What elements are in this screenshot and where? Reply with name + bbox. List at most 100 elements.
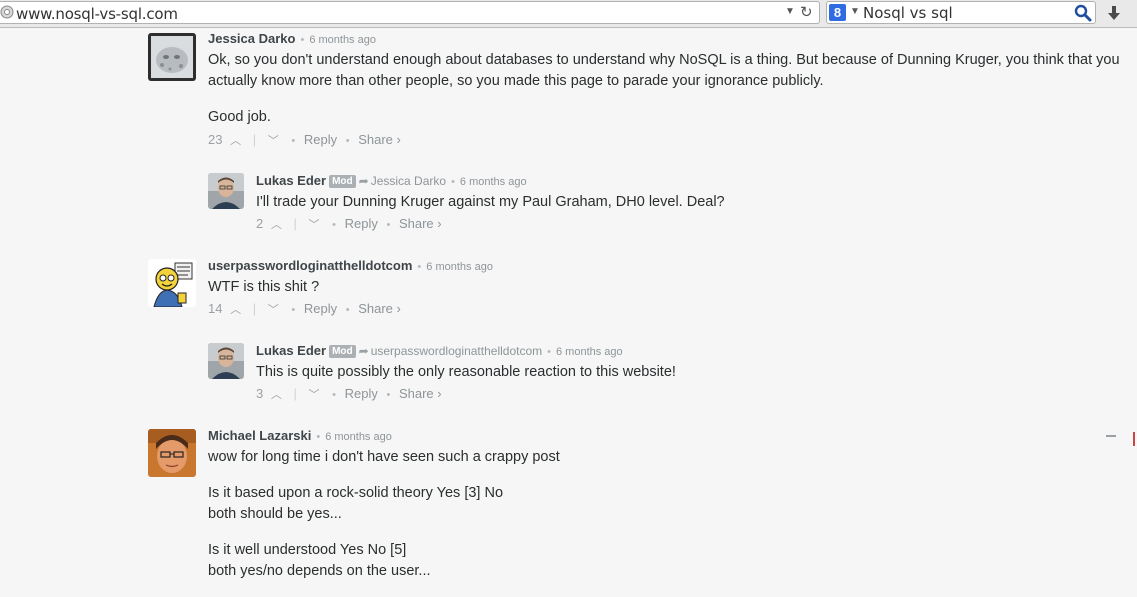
snow-leopard-avatar-image bbox=[148, 33, 196, 81]
vote-count: 3 bbox=[256, 386, 264, 401]
reply-link[interactable]: Reply bbox=[345, 216, 378, 231]
chevron-down-icon[interactable]: ﹀ bbox=[309, 386, 320, 402]
search-input[interactable]: Nosql vs sql bbox=[863, 4, 953, 22]
comment-paragraph: Is it based upon a rock-solid theory Yes… bbox=[208, 485, 504, 501]
comment-footer: 23 ︿ | ﹀ • Reply • Share › bbox=[208, 132, 401, 148]
lukas-avatar-image bbox=[208, 343, 244, 379]
avatar[interactable] bbox=[208, 173, 244, 209]
chevron-up-icon[interactable]: ︿ bbox=[271, 386, 282, 402]
michael-avatar-image bbox=[148, 429, 196, 477]
reply-arrow-icon: ➦ bbox=[358, 174, 369, 188]
chevron-down-icon[interactable]: ﹀ bbox=[268, 132, 279, 148]
reply-link[interactable]: Reply bbox=[304, 301, 337, 316]
address-bar[interactable]: www.nosql-vs-sql.com ▼ ↻ bbox=[0, 1, 820, 24]
lukas-avatar-image bbox=[208, 173, 244, 209]
comment-body: This is quite possibly the only reasonab… bbox=[256, 362, 1116, 383]
comment-paragraph: both yes/no depends on the user... bbox=[208, 563, 431, 579]
divider: | bbox=[252, 301, 257, 316]
comment-footer: 14 ︿ | ﹀ • Reply • Share › bbox=[208, 301, 401, 317]
meta-separator: • bbox=[386, 389, 391, 401]
author-name[interactable]: Lukas Eder bbox=[256, 173, 326, 188]
timestamp-link[interactable]: 6 months ago bbox=[556, 346, 623, 358]
meta-separator: • bbox=[345, 135, 350, 147]
comment-meta: Lukas Eder Mod ➦ userpasswordloginatthelldo… bbox=[256, 343, 623, 358]
meta-separator: • bbox=[291, 304, 296, 316]
comment-paragraph: This is quite possibly the only reasonab… bbox=[256, 364, 676, 380]
reload-icon[interactable]: ↻ bbox=[800, 3, 813, 21]
meta-separator: • bbox=[386, 219, 391, 231]
comment-paragraph: Good job. bbox=[208, 109, 271, 125]
author-name[interactable]: userpasswordloginatthelldotcom bbox=[208, 258, 412, 273]
cartoon-avatar-image bbox=[148, 259, 196, 307]
author-name[interactable]: Lukas Eder bbox=[256, 343, 326, 358]
meta-separator: • bbox=[417, 261, 422, 273]
comment-body: WTF is this shit ? bbox=[208, 277, 1108, 298]
mod-badge: Mod bbox=[329, 175, 356, 188]
meta-separator: • bbox=[316, 431, 321, 443]
meta-separator: • bbox=[451, 176, 455, 188]
meta-separator: • bbox=[291, 135, 296, 147]
chevron-up-icon[interactable]: ︿ bbox=[271, 216, 282, 232]
avatar[interactable] bbox=[148, 33, 196, 81]
comment-footer: 2 ︿ | ﹀ • Reply • Share › bbox=[256, 216, 442, 232]
share-link[interactable]: Share › bbox=[399, 386, 442, 401]
author-name[interactable]: Michael Lazarski bbox=[208, 428, 311, 443]
meta-separator: • bbox=[300, 34, 305, 46]
share-link[interactable]: Share › bbox=[399, 216, 442, 231]
search-engine-icon[interactable]: 8 bbox=[829, 4, 846, 21]
comment-body: Ok, so you don't understand enough about… bbox=[208, 50, 1133, 128]
comment-meta: Michael Lazarski • 6 months ago bbox=[208, 428, 392, 443]
meta-separator: • bbox=[332, 389, 336, 401]
comment-paragraph: Ok, so you don't understand enough about… bbox=[208, 52, 1120, 89]
scroll-edge-marker bbox=[1133, 432, 1135, 446]
comment-body: wow for long time i don't have seen such… bbox=[208, 447, 1088, 582]
reply-link[interactable]: Reply bbox=[345, 386, 378, 401]
comment-body: I'll trade your Dunning Kruger against m… bbox=[256, 192, 1116, 213]
timestamp-link[interactable]: 6 months ago bbox=[325, 431, 392, 443]
comment-meta: Jessica Darko • 6 months ago bbox=[208, 31, 376, 46]
engine-dropdown-icon[interactable]: ▼ bbox=[850, 6, 860, 17]
chevron-up-icon[interactable]: ︿ bbox=[230, 301, 241, 317]
browser-toolbar: www.nosql-vs-sql.com ▼ ↻ 8 ▼ Nosql vs sq… bbox=[0, 0, 1137, 28]
divider: | bbox=[252, 132, 257, 147]
comment-paragraph: WTF is this shit ? bbox=[208, 279, 320, 295]
meta-separator: • bbox=[332, 219, 336, 231]
comment-meta: userpasswordloginatthelldotcom • 6 months … bbox=[208, 258, 493, 273]
comment-paragraph: Is it well understood Yes No [5] bbox=[208, 542, 407, 558]
comment-footer: 3 ︿ | ﹀ • Reply • Share › bbox=[256, 386, 442, 402]
avatar[interactable] bbox=[208, 343, 244, 379]
history-dropdown-icon[interactable]: ▼ bbox=[785, 6, 795, 17]
avatar[interactable] bbox=[148, 259, 196, 307]
reply-arrow-icon: ➦ bbox=[358, 344, 369, 358]
comment-paragraph: wow for long time i don't have seen such… bbox=[208, 449, 560, 465]
chevron-down-icon[interactable]: ﹀ bbox=[309, 216, 320, 232]
share-link[interactable]: Share › bbox=[358, 301, 401, 316]
author-name[interactable]: Jessica Darko bbox=[208, 31, 295, 46]
globe-icon bbox=[0, 5, 14, 19]
vote-count: 23 bbox=[208, 132, 223, 147]
timestamp-link[interactable]: 6 months ago bbox=[309, 34, 376, 46]
collapse-icon[interactable] bbox=[1106, 435, 1116, 437]
vote-count: 14 bbox=[208, 301, 223, 316]
chevron-down-icon[interactable]: ﹀ bbox=[268, 301, 279, 317]
search-bar[interactable]: 8 ▼ Nosql vs sql bbox=[826, 1, 1096, 24]
comment-meta: Lukas Eder Mod ➦ Jessica Darko • 6 months ago bbox=[256, 173, 527, 188]
magnifier-icon[interactable] bbox=[1074, 4, 1092, 22]
avatar[interactable] bbox=[148, 429, 196, 477]
vote-count: 2 bbox=[256, 216, 264, 231]
divider: | bbox=[293, 386, 297, 401]
meta-separator: • bbox=[345, 304, 350, 316]
timestamp-link[interactable]: 6 months ago bbox=[426, 261, 493, 273]
comment-paragraph: I'll trade your Dunning Kruger against m… bbox=[256, 194, 725, 210]
share-link[interactable]: Share › bbox=[358, 132, 401, 147]
url-text[interactable]: www.nosql-vs-sql.com bbox=[16, 5, 178, 23]
timestamp-link[interactable]: 6 months ago bbox=[460, 176, 527, 188]
comment-paragraph: both should be yes... bbox=[208, 506, 342, 522]
mod-badge: Mod bbox=[329, 345, 356, 358]
reply-link[interactable]: Reply bbox=[304, 132, 337, 147]
download-arrow-icon[interactable] bbox=[1104, 3, 1124, 23]
parent-author-link[interactable]: Jessica Darko bbox=[371, 174, 446, 188]
divider: | bbox=[293, 216, 297, 231]
chevron-up-icon[interactable]: ︿ bbox=[230, 132, 241, 148]
parent-author-link[interactable]: userpasswordloginatthelldotcom bbox=[371, 344, 542, 358]
